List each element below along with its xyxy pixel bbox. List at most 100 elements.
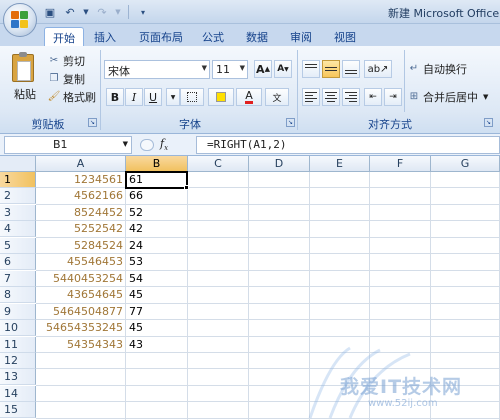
format-painter-button[interactable]: 🖌 格式刷 [48,88,96,105]
cell-a11[interactable]: 54354343 [37,337,125,353]
cell-b15[interactable] [127,402,187,418]
cell-b11[interactable]: 43 [127,337,187,353]
paste-button[interactable]: 粘贴 [6,52,40,108]
top-align-button[interactable] [302,60,320,78]
cell-a15[interactable] [37,402,125,418]
cell-b10[interactable]: 45 [127,320,187,336]
cell-b3[interactable]: 52 [127,205,187,221]
cell-b7[interactable]: 54 [127,271,187,287]
name-box[interactable]: B1 ▼ [4,136,132,154]
cell-b13[interactable] [127,369,187,385]
cell-a10[interactable]: 54654353245 [37,320,125,336]
customize-qat-icon[interactable]: ▾ [135,4,151,20]
tab-page-layout[interactable]: 页面布局 [132,27,190,46]
increase-indent-button[interactable]: ⇥ [384,88,402,106]
cell-a1[interactable]: 1234561 [37,172,125,188]
column-header-f[interactable]: F [370,156,431,172]
cell-a8[interactable]: 43654645 [37,287,125,303]
decrease-indent-button[interactable]: ⇤ [364,88,382,106]
save-icon[interactable]: ▣ [42,4,58,20]
column-header-d[interactable]: D [249,156,310,172]
font-color-button[interactable]: A [236,88,262,106]
row-header-6[interactable]: 6 [0,254,36,271]
bottom-align-button[interactable] [342,60,360,78]
row-header-12[interactable]: 12 [0,352,36,369]
row-header-14[interactable]: 14 [0,385,36,402]
insert-function-icon[interactable]: fx [160,137,168,152]
formula-input[interactable]: =RIGHT(A1,2) [196,136,500,154]
redo-icon[interactable]: ↷ [94,4,110,20]
borders-button[interactable] [180,88,204,106]
font-size-select[interactable]: 11 ▼ [212,60,248,79]
cell-b9[interactable]: 77 [127,304,187,320]
cell-a3[interactable]: 8524452 [37,205,125,221]
cell-a13[interactable] [37,369,125,385]
cell-b2[interactable]: 66 [127,188,187,204]
grow-font-button[interactable]: A ▲ [254,60,272,78]
cell-b6[interactable]: 53 [127,254,187,270]
alignment-launcher-icon[interactable]: ↘ [484,118,493,127]
italic-button[interactable]: I [125,88,143,106]
cell-a9[interactable]: 5464504877 [37,304,125,320]
align-right-button[interactable] [342,88,360,106]
underline-button[interactable]: U [144,88,162,106]
column-header-a[interactable]: A [36,156,126,172]
undo-dropdown-icon[interactable]: ▼ [82,4,90,20]
row-header-9[interactable]: 9 [0,303,36,320]
row-header-10[interactable]: 10 [0,320,36,337]
cell-a2[interactable]: 4562166 [37,188,125,204]
formula-bar-handle-icon[interactable] [140,139,154,151]
redo-dropdown-icon[interactable]: ▼ [114,4,122,20]
cut-button[interactable]: ✂ 剪切 [48,52,85,69]
phonetic-button[interactable]: 文 [265,88,289,106]
row-header-1[interactable]: 1 [0,172,36,188]
column-header-c[interactable]: C [188,156,249,172]
merge-center-button[interactable]: ⊞ 合并后居中 ▼ [408,88,489,105]
cell-a4[interactable]: 5252542 [37,221,125,237]
fill-color-button[interactable] [208,88,234,106]
orientation-button[interactable]: ab↗ [364,60,392,78]
fill-handle[interactable] [184,185,189,190]
middle-align-button[interactable] [322,60,340,78]
cell-b12[interactable] [127,353,187,369]
row-header-8[interactable]: 8 [0,287,36,304]
cell-b14[interactable] [127,386,187,402]
cell-a7[interactable]: 5440453254 [37,271,125,287]
tab-formulas[interactable]: 公式 [196,27,230,46]
shrink-font-button[interactable]: A ▼ [274,60,292,78]
tab-home[interactable]: 开始 [44,27,84,46]
row-header-5[interactable]: 5 [0,237,36,254]
cell-b4[interactable]: 42 [127,221,187,237]
column-header-e[interactable]: E [310,156,370,172]
row-header-3[interactable]: 3 [0,204,36,221]
cell-b5[interactable]: 24 [127,238,187,254]
tab-insert[interactable]: 插入 [88,27,122,46]
align-left-button[interactable] [302,88,320,106]
copy-button[interactable]: ❐ 复制 [48,70,85,87]
column-header-b[interactable]: B [126,156,188,172]
cell-b8[interactable]: 45 [127,287,187,303]
row-header-2[interactable]: 2 [0,188,36,205]
cell-a14[interactable] [37,386,125,402]
row-header-13[interactable]: 13 [0,369,36,386]
font-launcher-icon[interactable]: ↘ [286,118,295,127]
tab-review[interactable]: 审阅 [284,27,318,46]
clipboard-launcher-icon[interactable]: ↘ [88,118,97,127]
cell-a5[interactable]: 5284524 [37,238,125,254]
row-header-11[interactable]: 11 [0,336,36,353]
column-header-g[interactable]: G [431,156,500,172]
undo-icon[interactable]: ↶ [62,4,78,20]
tab-data[interactable]: 数据 [240,27,274,46]
row-header-4[interactable]: 4 [0,221,36,238]
row-header-7[interactable]: 7 [0,270,36,287]
bold-button[interactable]: B [106,88,124,106]
align-center-button[interactable] [322,88,340,106]
tab-view[interactable]: 视图 [328,27,362,46]
underline-dropdown-icon[interactable]: ▼ [166,88,180,106]
cell-a6[interactable]: 45546453 [37,254,125,270]
wrap-text-button[interactable]: ↵ 自动换行 [408,60,467,77]
office-button[interactable] [3,3,37,37]
font-name-select[interactable]: 宋体 ▼ [104,60,210,79]
row-header-15[interactable]: 15 [0,402,36,419]
select-all-corner[interactable] [0,156,36,172]
